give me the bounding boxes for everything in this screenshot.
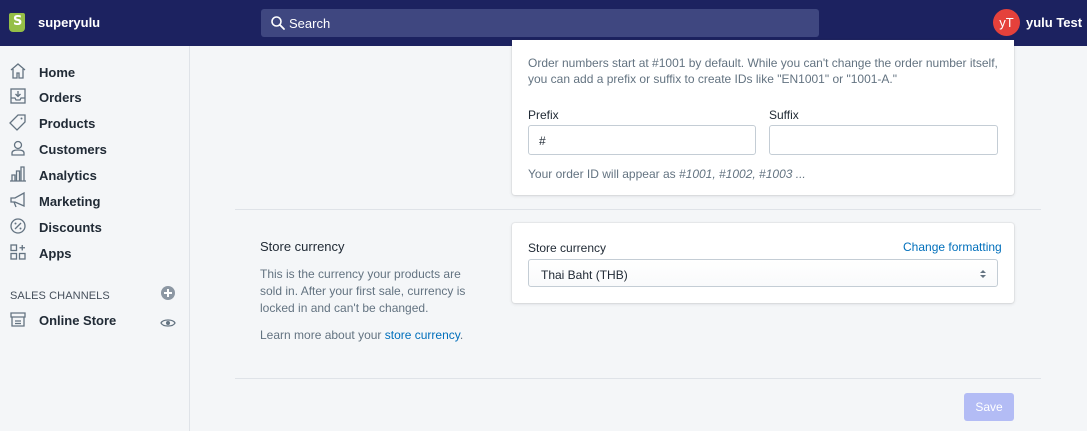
store-icon — [10, 312, 26, 327]
home-icon — [10, 63, 26, 79]
sidebar: Home Orders Products Customers Analytics… — [0, 46, 190, 431]
learn-more-prefix: Learn more about your — [260, 328, 385, 342]
user-name[interactable]: yulu Test — [1026, 15, 1082, 30]
prefix-label: Prefix — [528, 108, 559, 122]
store-currency-title: Store currency — [260, 239, 345, 254]
save-button[interactable]: Save — [964, 393, 1014, 421]
order-id-description: Order numbers start at #1001 by default.… — [528, 56, 998, 86]
store-currency-field-label: Store currency — [528, 241, 607, 255]
sidebar-item-products[interactable]: Products — [0, 111, 189, 135]
suffix-label: Suffix — [769, 108, 799, 122]
bar-chart-icon — [10, 166, 26, 182]
section-divider — [235, 209, 1041, 210]
eye-icon[interactable] — [160, 315, 176, 331]
orders-icon — [10, 88, 26, 104]
sidebar-item-label: Marketing — [39, 194, 101, 209]
apps-icon — [10, 244, 26, 260]
search-placeholder: Search — [289, 16, 331, 31]
sidebar-item-label: Discounts — [39, 220, 102, 235]
sales-channels-heading: SALES CHANNELS — [10, 290, 110, 302]
tag-icon — [9, 114, 26, 131]
sidebar-item-label: Customers — [39, 142, 107, 157]
sidebar-item-home[interactable]: Home — [0, 60, 189, 84]
sidebar-item-marketing[interactable]: Marketing — [0, 189, 189, 213]
sidebar-item-label: Products — [39, 116, 96, 131]
store-currency-select[interactable]: Thai Baht (THB) — [528, 259, 998, 287]
learn-more-text: Learn more about your store currency. — [260, 328, 463, 342]
order-id-preview-ids: #1001, #1002, #1003 ... — [678, 167, 806, 181]
sidebar-item-apps[interactable]: Apps — [0, 241, 189, 265]
sidebar-item-customers[interactable]: Customers — [0, 137, 189, 161]
logo-letter: S — [13, 14, 23, 29]
footer-divider — [235, 378, 1041, 379]
discount-icon — [10, 218, 26, 234]
prefix-input[interactable]: # — [528, 125, 756, 155]
person-icon — [11, 140, 25, 156]
order-id-preview: Your order ID will appear as #1001, #100… — [528, 166, 806, 182]
sidebar-item-analytics[interactable]: Analytics — [0, 163, 189, 187]
sidebar-item-label: Home — [39, 65, 76, 80]
store-name[interactable]: superyulu — [38, 15, 100, 30]
megaphone-icon — [10, 191, 25, 208]
search-icon — [271, 16, 285, 30]
store-currency-link[interactable]: store currency — [385, 328, 460, 342]
sidebar-item-label: Orders — [39, 90, 82, 105]
add-sales-channel-button[interactable] — [161, 286, 175, 300]
sidebar-item-label: Apps — [39, 246, 72, 261]
suffix-input[interactable] — [769, 125, 998, 155]
shopify-logo-icon[interactable]: S — [9, 13, 25, 32]
sidebar-item-label: Online Store — [39, 313, 117, 328]
store-currency-selected: Thai Baht (THB) — [541, 268, 628, 282]
sidebar-item-label: Analytics — [39, 168, 97, 183]
sidebar-item-orders[interactable]: Orders — [0, 85, 189, 109]
search-input[interactable]: Search — [261, 9, 819, 37]
sidebar-item-discounts[interactable]: Discounts — [0, 215, 189, 239]
learn-more-suffix: . — [459, 328, 464, 342]
order-id-preview-prefix: Your order ID will appear as — [528, 167, 679, 181]
select-arrows-icon — [980, 270, 986, 278]
avatar[interactable]: yT — [993, 9, 1020, 36]
change-formatting-link[interactable]: Change formatting — [903, 240, 1002, 254]
store-currency-description: This is the currency your products are s… — [260, 267, 466, 315]
